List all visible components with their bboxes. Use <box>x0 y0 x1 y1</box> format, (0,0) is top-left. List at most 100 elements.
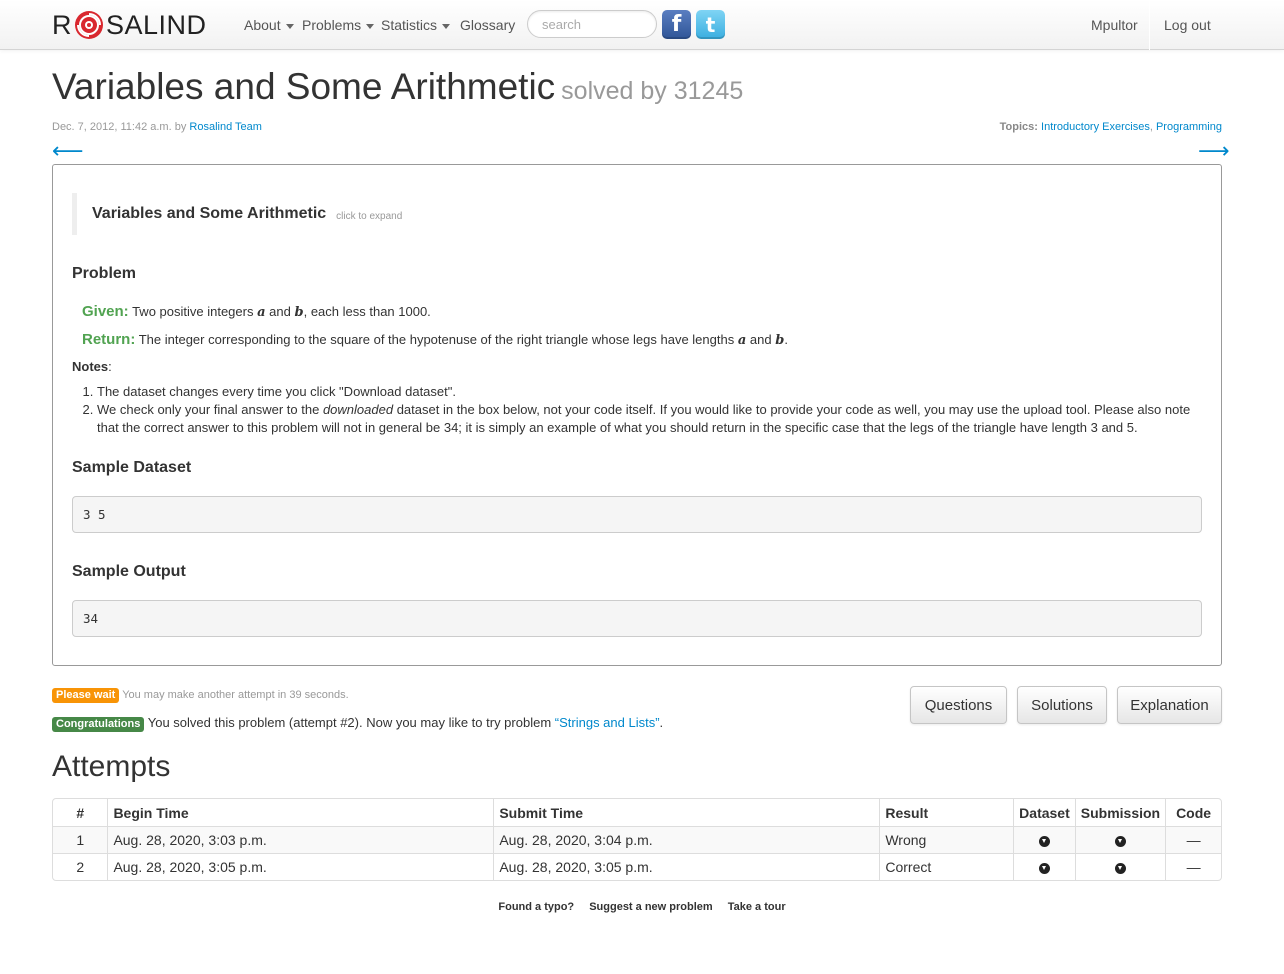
found-typo-link[interactable]: Found a typo? <box>498 901 574 913</box>
note-item: We check only your final answer to the d… <box>97 401 1202 437</box>
nav-glossary-link[interactable]: Glossary <box>460 0 515 50</box>
attempt-number: 2 <box>53 853 108 880</box>
math-var-a: a <box>257 305 266 320</box>
questions-button[interactable]: Questions <box>910 686 1007 724</box>
given-text-2: , each less than 1000. <box>303 304 431 319</box>
col-header-begin-time: Begin Time <box>107 799 493 826</box>
attempt-number: 1 <box>53 826 108 853</box>
problem-meta: Dec. 7, 2012, 11:42 a.m. by Rosalind Tea… <box>52 121 262 133</box>
sample-dataset-box: 3 5 <box>72 496 1202 533</box>
return-text: The integer corresponding to the square … <box>138 332 735 347</box>
download-dataset-icon[interactable] <box>1038 835 1050 847</box>
sample-dataset-heading: Sample Dataset <box>72 459 192 476</box>
submit-time: Aug. 28, 2020, 3:05 p.m. <box>493 853 880 880</box>
caret-down-icon <box>285 23 294 29</box>
author-link[interactable]: Rosalind Team <box>189 121 262 133</box>
submission-cell <box>1074 826 1166 853</box>
caret-down-icon <box>442 23 451 29</box>
nav-problems-dropdown[interactable]: Problems <box>302 0 375 50</box>
code-cell: — <box>1165 826 1221 853</box>
col-header-result: Result <box>879 799 1013 826</box>
please-wait-badge: Please wait <box>52 688 120 703</box>
topic-link-programming[interactable]: Programming <box>1156 121 1222 133</box>
facebook-icon[interactable]: f <box>662 10 691 39</box>
begin-time: Aug. 28, 2020, 3:05 p.m. <box>107 853 494 880</box>
rosalind-wheel-icon <box>75 11 103 39</box>
col-header-submit-time: Submit Time <box>493 799 879 826</box>
explanation-button[interactable]: Explanation <box>1117 686 1222 724</box>
expand-hint: click to expand <box>336 210 403 222</box>
nav-problems-label: Problems <box>302 17 362 33</box>
nav-statistics-label: Statistics <box>381 17 438 33</box>
next-problem-arrow-icon[interactable]: ⟶ <box>1198 139 1230 165</box>
download-submission-icon[interactable] <box>1114 835 1126 847</box>
congratulations-badge: Congratulations <box>52 717 145 732</box>
return-label: Return: <box>82 331 136 348</box>
given-label: Given: <box>82 303 129 320</box>
solutions-button[interactable]: Solutions <box>1017 686 1107 724</box>
note-item: The dataset changes every time you click… <box>97 383 1202 401</box>
search-input[interactable] <box>527 10 657 38</box>
problem-expand-toggle[interactable]: Variables and Some Arithmetic click to e… <box>72 193 402 235</box>
problem-heading: Problem <box>72 265 137 282</box>
math-var-b: b <box>294 305 304 320</box>
table-header-row: # Begin Time Submit Time Result Dataset … <box>53 799 1221 826</box>
wait-status: Please wait You may make another attempt… <box>52 688 349 703</box>
publish-date: Dec. 7, 2012, 11:42 a.m. by <box>52 121 187 133</box>
topic-link-introductory[interactable]: Introductory Exercises <box>1041 121 1150 133</box>
prev-problem-arrow-icon[interactable]: ⟵ <box>52 139 84 165</box>
nav-about-dropdown[interactable]: About <box>244 0 294 50</box>
topic-separator: , <box>1149 121 1153 133</box>
next-problem-link[interactable]: “Strings and Lists” <box>555 715 660 730</box>
page-title: Variables and Some Arithmetic solved by 3… <box>52 66 743 108</box>
return-period: . <box>784 332 788 347</box>
table-row: 1 Aug. 28, 2020, 3:03 p.m. Aug. 28, 2020… <box>53 826 1221 853</box>
footer: Found a typo? Suggest a new problem Take… <box>0 901 1284 913</box>
expand-title: Variables and Some Arithmetic <box>92 205 327 222</box>
problem-title: Variables and Some Arithmetic <box>52 66 556 107</box>
solved-count: solved by 31245 <box>561 77 744 105</box>
begin-time: Aug. 28, 2020, 3:03 p.m. <box>107 826 494 853</box>
attempt-result: Wrong <box>879 826 1014 853</box>
math-var-b: b <box>775 333 785 348</box>
col-header-number: # <box>76 804 85 821</box>
logout-link[interactable]: Log out <box>1164 0 1211 50</box>
topics: Topics: Introductory Exercises, Programm… <box>1000 121 1222 133</box>
submit-time: Aug. 28, 2020, 3:04 p.m. <box>493 826 880 853</box>
nav-about-label: About <box>244 17 281 33</box>
brand-wordmark: SALIND <box>106 9 207 40</box>
suggest-problem-link[interactable]: Suggest a new problem <box>589 901 712 913</box>
dataset-cell <box>1013 853 1075 880</box>
solved-status: Congratulations You solved this problem … <box>52 715 663 732</box>
attempt-result: Correct <box>879 853 1014 880</box>
attempts-heading: Attempts <box>52 750 171 783</box>
top-navbar: R SALIND About Problems Statistics Gloss… <box>0 0 1284 50</box>
twitter-icon[interactable]: t <box>696 10 725 39</box>
problem-statement-box: Variables and Some Arithmetic click to e… <box>52 164 1222 666</box>
and-text: and <box>269 304 291 319</box>
download-submission-icon[interactable] <box>1114 862 1126 874</box>
col-header-submission: Submission <box>1074 799 1165 826</box>
sample-output-heading: Sample Output <box>72 563 186 580</box>
brand-letter-r: R <box>52 9 72 40</box>
dataset-cell <box>1013 826 1075 853</box>
user-profile-link[interactable]: Mpultor <box>1091 0 1138 50</box>
notes-list: The dataset changes every time you click… <box>72 383 1202 437</box>
given-text-1: Two positive integers <box>132 304 254 319</box>
take-tour-link[interactable]: Take a tour <box>728 901 786 913</box>
note-1-text: The dataset changes every time you click… <box>97 384 456 399</box>
col-header-dataset: Dataset <box>1013 799 1075 826</box>
facebook-glyph: f <box>671 12 682 37</box>
caret-down-icon <box>366 23 375 29</box>
note-2-emphasis: downloaded <box>322 402 394 417</box>
nav-glossary-label: Glossary <box>460 17 516 33</box>
rosalind-logo[interactable]: R SALIND <box>52 7 207 43</box>
given-line: Given: Two positive integers a and b, ea… <box>82 303 431 320</box>
col-header-code: Code <box>1165 799 1221 826</box>
nav-statistics-dropdown[interactable]: Statistics <box>381 0 451 50</box>
nav-divider <box>1149 0 1150 50</box>
download-dataset-icon[interactable] <box>1038 862 1050 874</box>
wait-text: You may make another attempt in 39 secon… <box>122 689 349 701</box>
attempts-table: # Begin Time Submit Time Result Dataset … <box>52 798 1222 881</box>
return-line: Return: The integer corresponding to the… <box>82 331 788 348</box>
